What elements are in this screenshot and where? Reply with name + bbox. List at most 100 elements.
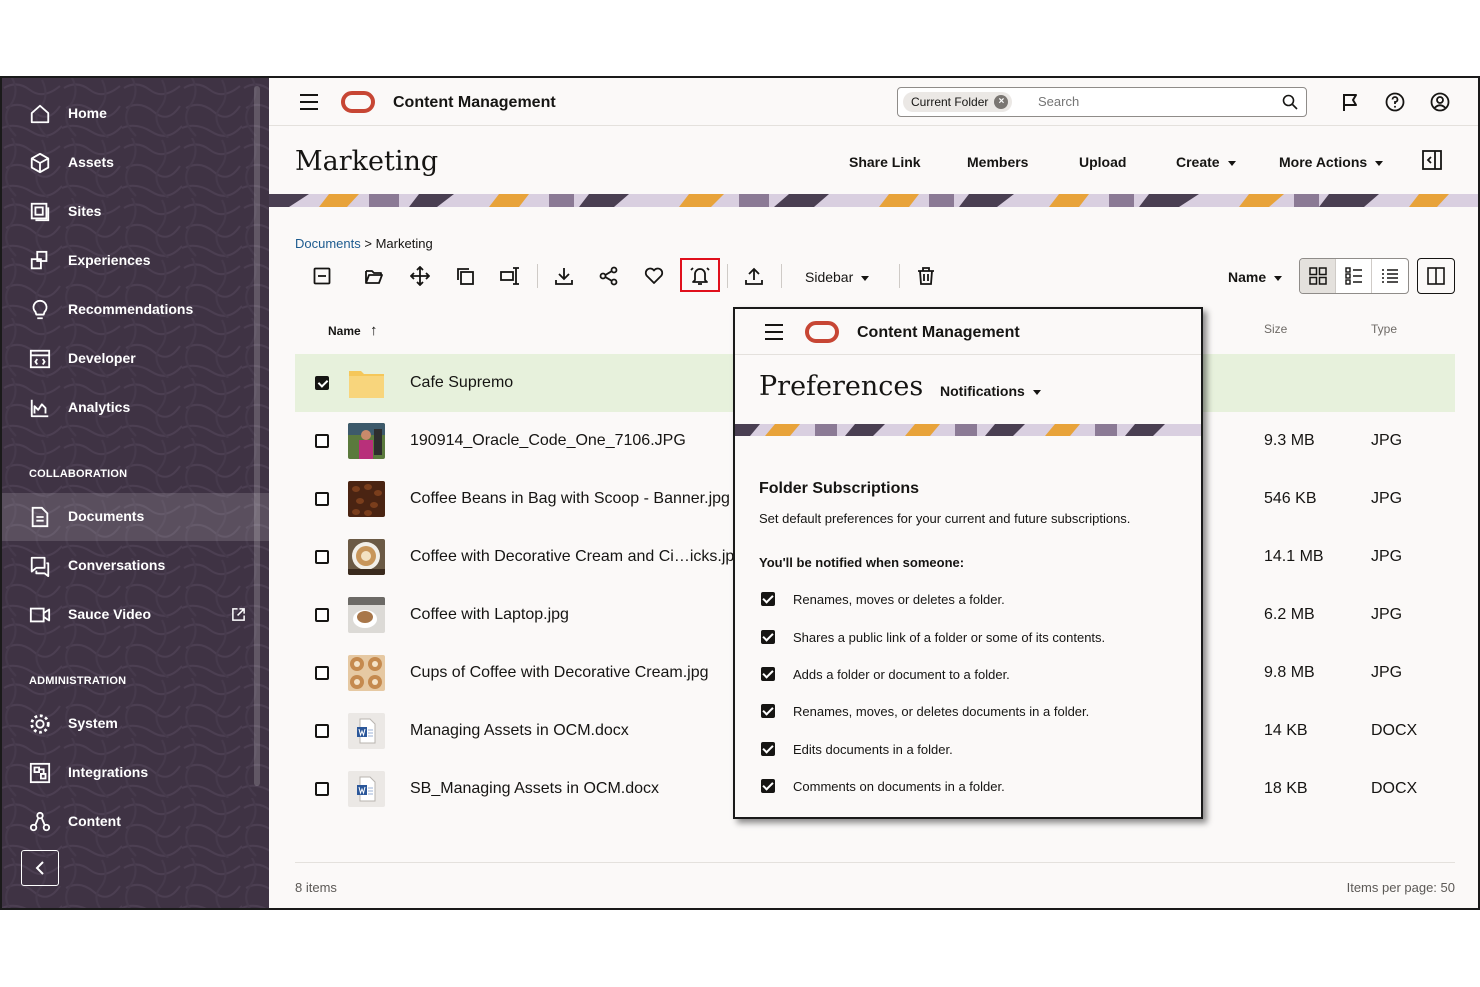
search-scope-label: Current Folder bbox=[911, 95, 989, 109]
option-document-rename[interactable]: Renames, moves, or deletes documents in … bbox=[759, 702, 1179, 722]
sort-dropdown[interactable]: Name bbox=[1228, 269, 1283, 285]
option-comments[interactable]: Comments on documents in a folder. bbox=[759, 777, 1179, 797]
toolbar-separator bbox=[727, 264, 728, 288]
size-column-header[interactable]: Size bbox=[1264, 322, 1287, 336]
notifications-dropdown[interactable]: Notifications bbox=[940, 383, 1041, 399]
grid-view-button[interactable] bbox=[1300, 259, 1336, 293]
nav-item-analytics[interactable]: Analytics bbox=[2, 384, 269, 432]
hamburger-icon[interactable] bbox=[299, 93, 319, 111]
option-adds-item[interactable]: Adds a folder or document to a folder. bbox=[759, 665, 1179, 685]
option-checkbox[interactable] bbox=[761, 742, 775, 756]
subscribe-bell-icon[interactable] bbox=[690, 266, 710, 286]
upload-icon[interactable] bbox=[744, 266, 764, 286]
copy-icon[interactable] bbox=[455, 266, 475, 286]
folder-icon bbox=[349, 371, 384, 398]
share-icon[interactable] bbox=[599, 266, 619, 286]
nav-label: Content bbox=[68, 813, 121, 829]
collapse-sidebar-button[interactable] bbox=[21, 850, 59, 886]
favorite-heart-icon[interactable] bbox=[644, 266, 664, 286]
row-checkbox[interactable] bbox=[315, 550, 329, 564]
nav-item-sauce-video[interactable]: Sauce Video bbox=[2, 591, 269, 639]
share-link-button[interactable]: Share Link bbox=[849, 154, 921, 170]
video-icon bbox=[29, 607, 51, 623]
nav-item-documents[interactable]: Documents bbox=[2, 493, 269, 541]
row-checkbox[interactable] bbox=[315, 724, 329, 738]
deselect-icon[interactable] bbox=[312, 266, 332, 286]
chevron-left-icon bbox=[35, 861, 44, 875]
row-checkbox[interactable] bbox=[315, 608, 329, 622]
option-checkbox[interactable] bbox=[761, 779, 775, 793]
file-size: 14.1 MB bbox=[1264, 548, 1324, 565]
chevron-down-icon bbox=[1375, 160, 1384, 166]
name-column-header[interactable]: Name ↑ bbox=[328, 322, 378, 339]
nav-item-experiences[interactable]: Experiences bbox=[2, 237, 269, 285]
items-per-page[interactable]: Items per page: 50 bbox=[1347, 880, 1455, 895]
file-name: Coffee Beans in Bag with Scoop - Banner.… bbox=[410, 490, 730, 507]
list-icon bbox=[1382, 269, 1398, 283]
search-box[interactable]: Current Folder × bbox=[897, 87, 1307, 117]
type-column-header[interactable]: Type bbox=[1371, 322, 1397, 336]
search-scope-chip[interactable]: Current Folder × bbox=[903, 92, 1013, 112]
nav-item-recommendations[interactable]: Recommendations bbox=[2, 286, 269, 334]
download-icon[interactable] bbox=[554, 266, 574, 286]
nav-item-assets[interactable]: Assets bbox=[2, 139, 269, 187]
file-size: 9.3 MB bbox=[1264, 432, 1315, 449]
option-checkbox[interactable] bbox=[761, 667, 775, 681]
list-view-button[interactable] bbox=[1336, 259, 1372, 293]
file-type: JPG bbox=[1371, 432, 1403, 449]
more-actions-dropdown[interactable]: More Actions bbox=[1279, 154, 1384, 170]
breadcrumb-documents-link[interactable]: Documents bbox=[295, 236, 361, 251]
preferences-top-bar: Content Management bbox=[735, 309, 1201, 355]
word-document-icon bbox=[348, 771, 385, 807]
option-public-link[interactable]: Shares a public link of a folder or some… bbox=[759, 628, 1179, 648]
option-checkbox[interactable] bbox=[761, 630, 775, 644]
row-checkbox[interactable] bbox=[315, 666, 329, 680]
user-avatar-icon[interactable] bbox=[1430, 92, 1450, 112]
create-dropdown[interactable]: Create bbox=[1176, 154, 1236, 170]
experiences-icon bbox=[30, 250, 48, 270]
search-input[interactable] bbox=[1038, 94, 1238, 109]
file-size: 9.8 MB bbox=[1264, 664, 1315, 681]
file-size: 18 KB bbox=[1264, 780, 1308, 797]
nav-item-developer[interactable]: Developer bbox=[2, 335, 269, 383]
option-edits[interactable]: Edits documents in a folder. bbox=[759, 740, 1179, 760]
search-icon[interactable] bbox=[1282, 94, 1298, 110]
chevron-down-icon bbox=[1032, 389, 1041, 395]
nav-item-home[interactable]: Home bbox=[2, 90, 269, 138]
nav-item-system[interactable]: System bbox=[2, 700, 269, 748]
row-checkbox[interactable] bbox=[315, 782, 329, 796]
file-name: SB_Managing Assets in OCM.docx bbox=[410, 780, 660, 797]
flag-icon[interactable] bbox=[1340, 92, 1360, 112]
view-mode-group bbox=[1299, 258, 1409, 294]
hamburger-icon[interactable] bbox=[764, 323, 784, 341]
file-name: Coffee with Decorative Cream and Ci…icks… bbox=[410, 548, 744, 565]
nav-item-sites[interactable]: Sites bbox=[2, 188, 269, 236]
panel-toggle-icon[interactable] bbox=[1422, 150, 1442, 170]
upload-button[interactable]: Upload bbox=[1079, 154, 1126, 170]
nav-item-content[interactable]: Content bbox=[2, 798, 269, 846]
cube-icon bbox=[30, 152, 50, 174]
help-icon[interactable] bbox=[1385, 92, 1405, 112]
table-view-button[interactable] bbox=[1372, 259, 1408, 293]
clear-scope-icon[interactable]: × bbox=[994, 95, 1009, 109]
file-type: JPG bbox=[1371, 490, 1403, 507]
move-icon[interactable] bbox=[410, 266, 430, 286]
rename-icon[interactable] bbox=[500, 266, 520, 286]
nav-item-conversations[interactable]: Conversations bbox=[2, 542, 269, 590]
open-folder-icon[interactable] bbox=[364, 266, 384, 286]
nav-item-integrations[interactable]: Integrations bbox=[2, 749, 269, 797]
members-button[interactable]: Members bbox=[967, 154, 1028, 170]
option-checkbox[interactable] bbox=[761, 592, 775, 606]
file-size: 14 KB bbox=[1264, 722, 1308, 739]
nav-label: Home bbox=[68, 105, 107, 121]
row-checkbox[interactable] bbox=[315, 434, 329, 448]
row-checkbox[interactable] bbox=[315, 376, 329, 390]
row-checkbox[interactable] bbox=[315, 492, 329, 506]
info-panel-button[interactable] bbox=[1417, 258, 1455, 294]
option-checkbox[interactable] bbox=[761, 704, 775, 718]
option-folder-rename[interactable]: Renames, moves or deletes a folder. bbox=[759, 590, 1179, 610]
option-label: Comments on documents in a folder. bbox=[793, 779, 1005, 794]
trash-icon[interactable] bbox=[916, 266, 936, 286]
navigation-sidebar: Home Assets Sites Experiences Recommenda… bbox=[2, 78, 269, 908]
sidebar-dropdown[interactable]: Sidebar bbox=[805, 269, 870, 285]
